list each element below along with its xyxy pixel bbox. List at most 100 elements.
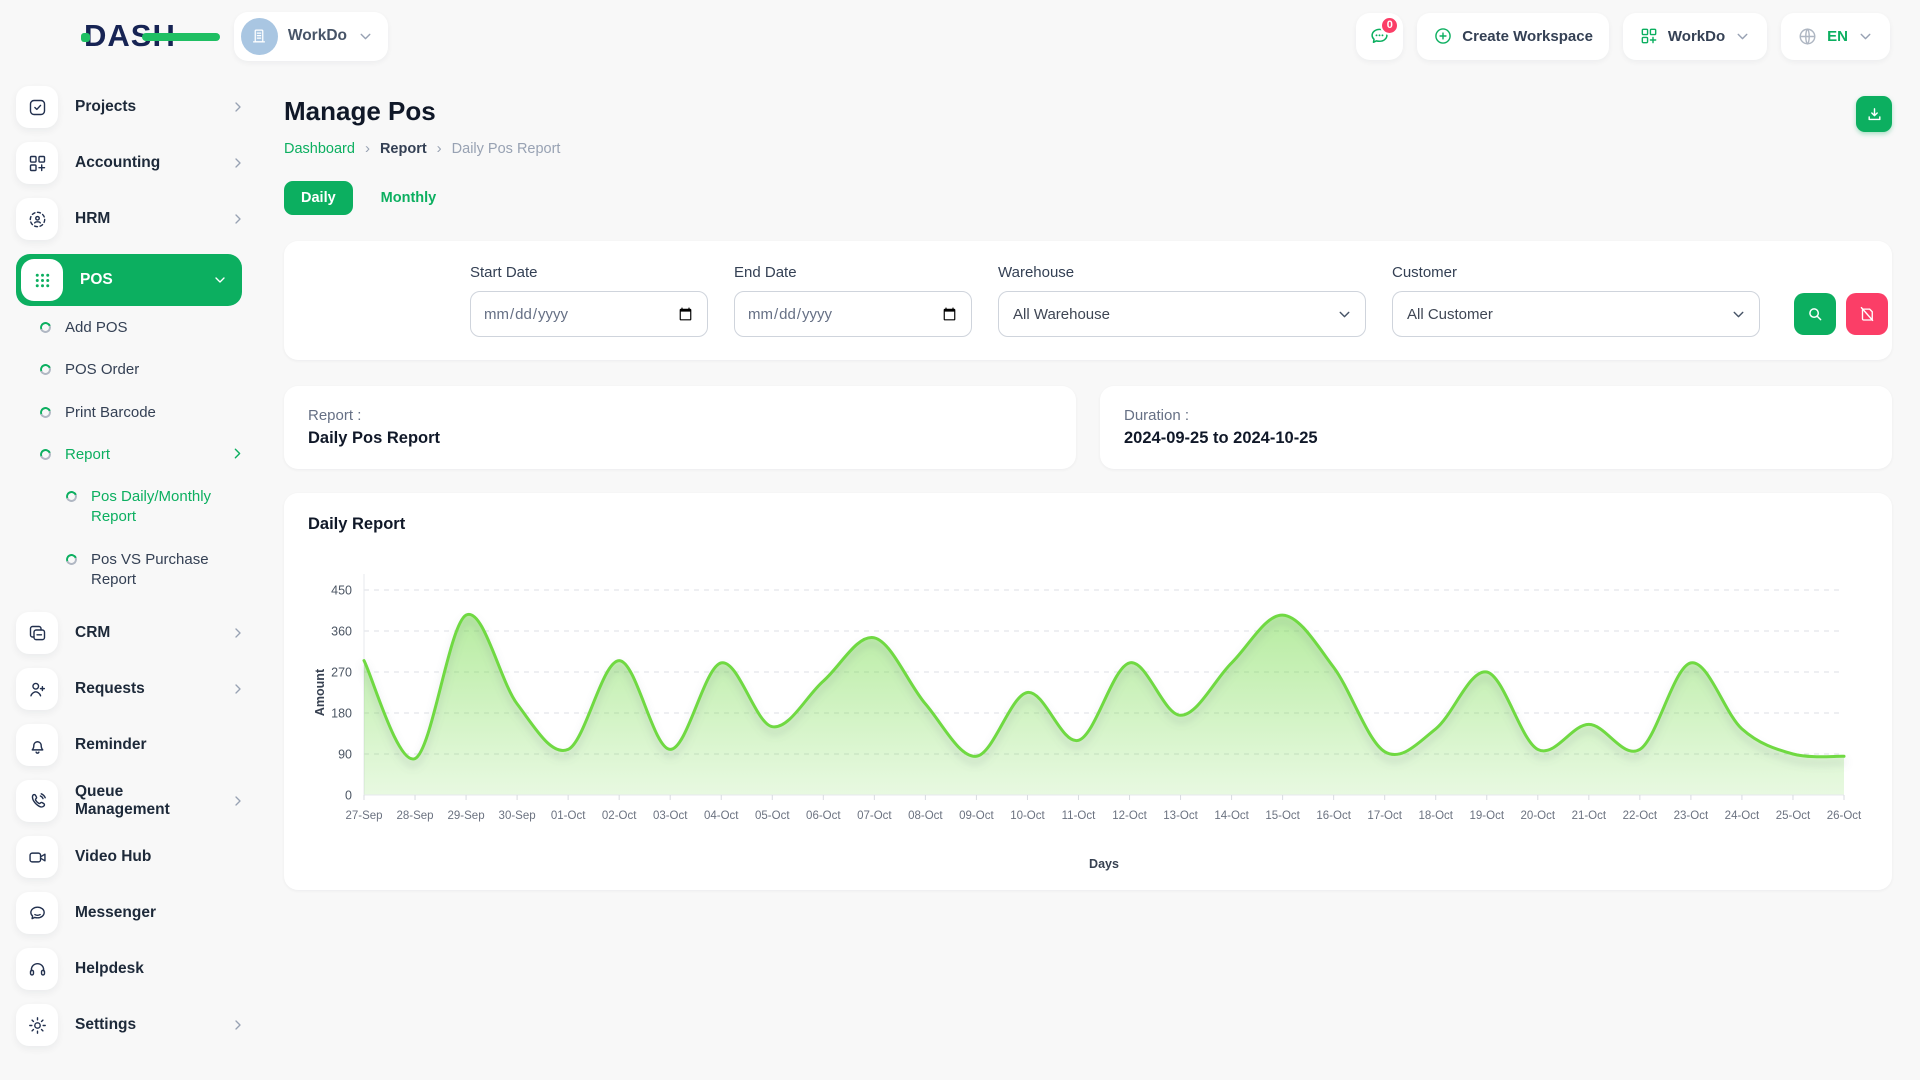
sidebar-item-reminder[interactable]: Reminder [16, 724, 246, 766]
sidebar-item-queue-management[interactable]: Queue Management [16, 780, 246, 822]
sidebar-item-pos-vs-purchase-report[interactable]: Pos VS Purchase Report [66, 550, 246, 591]
report-summary-card: Report : Daily Pos Report [284, 386, 1076, 469]
grid-plus-icon [1639, 26, 1659, 46]
warehouse-label: Warehouse [998, 264, 1366, 281]
duration-value: 2024-09-25 to 2024-10-25 [1124, 429, 1868, 448]
workspace-selector[interactable]: WorkDo [234, 12, 388, 61]
sidebar-item-helpdesk[interactable]: Helpdesk [16, 948, 246, 990]
sidebar-item-report[interactable]: Report [40, 445, 246, 465]
sidebar-item-label: Report [65, 445, 215, 465]
chevron-right-icon [230, 99, 246, 115]
chevron-down-icon [1336, 306, 1353, 323]
svg-text:20-Oct: 20-Oct [1521, 810, 1556, 822]
messages-button[interactable]: 0 [1356, 13, 1403, 60]
sidebar-item-label: Requests [75, 680, 213, 698]
chart-area: 09018027036045027-Sep28-Sep29-Sep30-Sep0… [308, 550, 1868, 880]
sidebar-item-label: Pos VS Purchase Report [91, 550, 241, 591]
sidebar-item-add-pos[interactable]: Add POS [40, 318, 246, 338]
workspace-menu-button[interactable]: WorkDo [1623, 13, 1767, 60]
customer-select[interactable]: All Customer [1392, 291, 1760, 337]
svg-text:01-Oct: 01-Oct [551, 810, 586, 822]
top-header: DASH WorkDo 0 [0, 0, 1920, 72]
workspace-menu-label: WorkDo [1668, 28, 1725, 45]
chevron-down-icon [212, 272, 228, 288]
start-date-field: Start Date [470, 264, 708, 337]
sidebar-item-label: POS [80, 271, 195, 289]
breadcrumb-report[interactable]: Report [380, 141, 427, 157]
bullet-icon [38, 362, 53, 377]
building-icon [249, 26, 269, 46]
reset-filter-button[interactable] [1846, 293, 1888, 335]
sidebar-item-pos[interactable]: POS [16, 254, 242, 306]
warehouse-field: Warehouse All Warehouse [998, 264, 1366, 337]
svg-text:13-Oct: 13-Oct [1163, 810, 1198, 822]
svg-text:360: 360 [331, 625, 352, 639]
sidebar-item-projects[interactable]: Projects [16, 86, 246, 128]
tab-monthly[interactable]: Monthly [381, 190, 437, 206]
svg-text:06-Oct: 06-Oct [806, 810, 841, 822]
sidebar-item-pos-daily-monthly-report[interactable]: Pos Daily/Monthly Report [66, 487, 246, 528]
start-date-input[interactable] [470, 291, 708, 337]
sidebar-item-label: Pos Daily/Monthly Report [91, 487, 241, 528]
sidebar-item-messenger[interactable]: Messenger [16, 892, 246, 934]
svg-text:05-Oct: 05-Oct [755, 810, 790, 822]
svg-text:26-Oct: 26-Oct [1827, 810, 1862, 822]
svg-text:02-Oct: 02-Oct [602, 810, 637, 822]
workspace-name: WorkDo [288, 27, 347, 45]
sidebar-item-accounting[interactable]: Accounting [16, 142, 246, 184]
dots-grid-icon [21, 259, 63, 301]
plus-circle-icon [1433, 26, 1453, 46]
sidebar-item-pos-order[interactable]: POS Order [40, 360, 246, 380]
sidebar-item-label: Video Hub [75, 848, 246, 866]
sidebar-item-label: Reminder [75, 736, 246, 754]
main-content: Manage Pos Dashboard › Report › Daily Po… [260, 72, 1920, 1080]
end-date-input[interactable] [734, 291, 972, 337]
svg-text:14-Oct: 14-Oct [1214, 810, 1249, 822]
message-count-badge: 0 [1380, 16, 1399, 35]
svg-text:30-Sep: 30-Sep [499, 810, 536, 822]
header-actions: 0 Create Workspace Wor [1356, 13, 1920, 60]
svg-text:10-Oct: 10-Oct [1010, 810, 1045, 822]
app-logo[interactable]: DASH [84, 18, 176, 54]
svg-text:16-Oct: 16-Oct [1316, 810, 1351, 822]
svg-text:17-Oct: 17-Oct [1367, 810, 1402, 822]
chart-title: Daily Report [308, 515, 1868, 534]
sidebar-item-label: Add POS [65, 318, 246, 338]
tab-daily[interactable]: Daily [284, 181, 353, 215]
svg-text:Amount: Amount [313, 668, 327, 716]
sidebar-item-settings[interactable]: Settings [16, 1004, 246, 1046]
report-value: Daily Pos Report [308, 429, 1052, 448]
chevron-down-icon [357, 28, 374, 45]
breadcrumb-dashboard[interactable]: Dashboard [284, 141, 355, 157]
grid-plus-icon [16, 142, 58, 184]
daily-report-chart: 09018027036045027-Sep28-Sep29-Sep30-Sep0… [308, 550, 1868, 880]
svg-text:270: 270 [331, 666, 352, 680]
customer-selected-value: All Customer [1407, 306, 1493, 323]
sidebar-item-crm[interactable]: CRM [16, 612, 246, 654]
headset-icon [16, 948, 58, 990]
download-report-button[interactable] [1856, 96, 1892, 132]
summary-cards: Report : Daily Pos Report Duration : 202… [284, 386, 1892, 469]
sidebar-item-label: HRM [75, 210, 213, 228]
sidebar-item-label: Projects [75, 98, 213, 116]
chevron-right-icon [230, 625, 246, 641]
sidebar-item-hrm[interactable]: HRM [16, 198, 246, 240]
customer-field: Customer All Customer [1392, 264, 1760, 337]
svg-text:29-Sep: 29-Sep [448, 810, 485, 822]
chevron-down-icon [1730, 306, 1747, 323]
start-date-label: Start Date [470, 264, 708, 281]
logo-dot [81, 33, 90, 42]
filter-actions [1794, 293, 1888, 335]
create-workspace-button[interactable]: Create Workspace [1417, 13, 1609, 60]
sidebar-item-requests[interactable]: Requests [16, 668, 246, 710]
sidebar-item-label: CRM [75, 624, 213, 642]
svg-text:450: 450 [331, 584, 352, 598]
warehouse-selected-value: All Warehouse [1013, 306, 1110, 323]
language-selector[interactable]: EN [1781, 13, 1890, 60]
apply-filter-button[interactable] [1794, 293, 1836, 335]
warehouse-select[interactable]: All Warehouse [998, 291, 1366, 337]
sidebar-item-video-hub[interactable]: Video Hub [16, 836, 246, 878]
bullet-icon [64, 552, 79, 567]
sidebar-item-print-barcode[interactable]: Print Barcode [40, 403, 246, 423]
end-date-field: End Date [734, 264, 972, 337]
